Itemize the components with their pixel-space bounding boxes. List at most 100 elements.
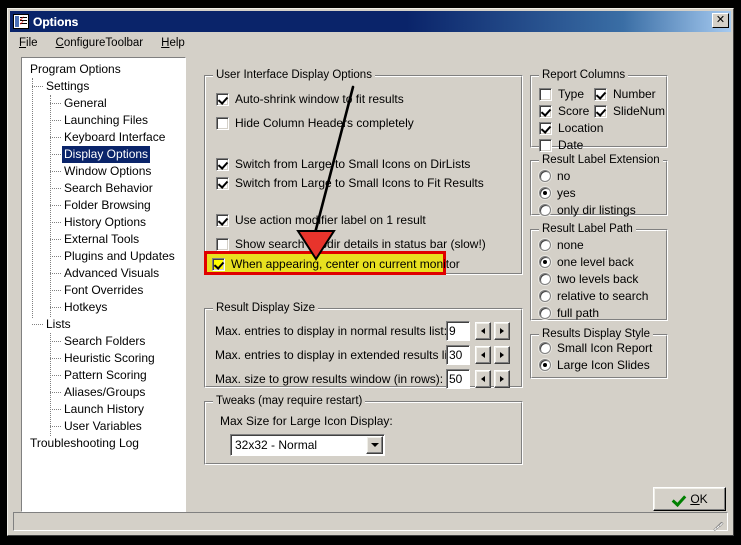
tree-item-display-options[interactable]: Display Options bbox=[22, 146, 185, 163]
spin-down-icon[interactable] bbox=[475, 346, 491, 364]
checkbox-box bbox=[212, 257, 225, 271]
checkbox-auto-shrink[interactable]: Auto-shrink window to fit results bbox=[216, 92, 404, 106]
radio-dot bbox=[539, 307, 551, 319]
field-max-entries-extended[interactable]: Max. entries to display in extended resu… bbox=[215, 345, 513, 365]
checkbox-label: When appearing, center on current monito… bbox=[231, 257, 460, 271]
checkbox-label: Show search subdir details in status bar… bbox=[235, 237, 486, 251]
tree-item-hotkeys[interactable]: Hotkeys bbox=[22, 299, 185, 316]
radio-dot bbox=[539, 342, 551, 354]
tree-item-program-options[interactable]: Program Options bbox=[22, 61, 185, 78]
max-icon-size-dropdown[interactable]: 32x32 - Normal bbox=[230, 434, 385, 456]
radio-label: Small Icon Report bbox=[557, 341, 653, 355]
tree-item-troubleshooting-log[interactable]: Troubleshooting Log bbox=[22, 435, 185, 452]
checkbox-box bbox=[539, 138, 552, 152]
checkbox-hide-column-headers[interactable]: Hide Column Headers completely bbox=[216, 116, 414, 130]
tree-item-font-overrides[interactable]: Font Overrides bbox=[22, 282, 185, 299]
menu-item-configuretoolbar[interactable]: ConfigureToolbar bbox=[54, 36, 153, 50]
checkbox-date[interactable]: Date bbox=[539, 138, 583, 152]
tree-item-launching-files[interactable]: Launching Files bbox=[22, 112, 185, 129]
checkbox-switch-small-icons-dirlists[interactable]: Switch from Large to Small Icons on DirL… bbox=[216, 157, 470, 171]
tree-item-user-variables[interactable]: User Variables bbox=[22, 418, 185, 435]
tree-item-heuristic-scoring[interactable]: Heuristic Scoring bbox=[22, 350, 185, 367]
checkbox-box bbox=[539, 121, 552, 135]
field-max-entries-normal[interactable]: Max. entries to display in normal result… bbox=[215, 321, 513, 341]
tree-item-window-options[interactable]: Window Options bbox=[22, 163, 185, 180]
menu-item-help[interactable]: Help bbox=[159, 36, 194, 50]
tree-connector bbox=[50, 137, 61, 138]
radio-extension-no[interactable]: no bbox=[539, 169, 570, 183]
radio-dot bbox=[539, 170, 551, 182]
tree-item-launch-history[interactable]: Launch History bbox=[22, 401, 185, 418]
tree-item-plugins-and-updates[interactable]: Plugins and Updates bbox=[22, 248, 185, 265]
checkbox-label: Score bbox=[558, 104, 590, 118]
tree-item-label: Launching Files bbox=[64, 113, 149, 127]
ok-button-label: OK bbox=[690, 492, 708, 506]
tree-item-settings[interactable]: Settings bbox=[22, 78, 185, 95]
tree-connector bbox=[32, 86, 43, 87]
max-entries-normal-input[interactable]: 9 bbox=[446, 321, 470, 341]
radio-dot bbox=[539, 256, 551, 268]
tree-item-pattern-scoring[interactable]: Pattern Scoring bbox=[22, 367, 185, 384]
checkbox-show-search-subdir-details[interactable]: Show search subdir details in status bar… bbox=[216, 237, 486, 251]
group-result-label-path: Result Label Path none one level back tw… bbox=[530, 223, 668, 321]
resize-grip-icon[interactable] bbox=[712, 516, 725, 531]
checkbox-location[interactable]: Location bbox=[539, 121, 603, 135]
tree-item-advanced-visuals[interactable]: Advanced Visuals bbox=[22, 265, 185, 282]
tree-item-label: Settings bbox=[46, 79, 90, 93]
checkbox-box bbox=[539, 104, 552, 118]
tree-item-label: Plugins and Updates bbox=[64, 249, 175, 263]
checkbox-center-on-current-monitor[interactable]: When appearing, center on current monito… bbox=[212, 257, 460, 271]
checkbox-slidenum[interactable]: SlideNum bbox=[594, 104, 665, 118]
spin-down-icon[interactable] bbox=[475, 322, 491, 340]
tree-connector bbox=[50, 95, 51, 317]
radio-path-none[interactable]: none bbox=[539, 238, 584, 252]
menu-item-file[interactable]: File bbox=[17, 36, 47, 50]
radio-style-large-icon-slides[interactable]: Large Icon Slides bbox=[539, 358, 650, 372]
tree-item-general[interactable]: General bbox=[22, 95, 185, 112]
radio-label: none bbox=[557, 238, 584, 252]
close-icon[interactable]: ✕ bbox=[712, 13, 729, 28]
radio-label: Large Icon Slides bbox=[557, 358, 650, 372]
radio-path-relative-to-search[interactable]: relative to search bbox=[539, 289, 648, 303]
ok-button[interactable]: OK bbox=[653, 487, 726, 511]
tree-item-label: Advanced Visuals bbox=[64, 266, 160, 280]
group-title-ui-display-options: User Interface Display Options bbox=[213, 69, 375, 81]
spin-up-icon[interactable] bbox=[494, 346, 510, 364]
max-entries-extended-input[interactable]: 30 bbox=[446, 345, 470, 365]
tree-item-history-options[interactable]: History Options bbox=[22, 214, 185, 231]
checkbox-box bbox=[216, 176, 229, 190]
radio-style-small-icon-report[interactable]: Small Icon Report bbox=[539, 341, 652, 355]
tree-item-folder-browsing[interactable]: Folder Browsing bbox=[22, 197, 185, 214]
checkbox-number[interactable]: Number bbox=[594, 87, 656, 101]
checkbox-box bbox=[594, 104, 607, 118]
radio-path-two-levels-back[interactable]: two levels back bbox=[539, 272, 638, 286]
checkbox-switch-small-icons-fit-results[interactable]: Switch from Large to Small Icons to Fit … bbox=[216, 176, 484, 190]
spin-up-icon[interactable] bbox=[494, 370, 510, 388]
tree-item-search-folders[interactable]: Search Folders bbox=[22, 333, 185, 350]
settings-tree[interactable]: Program Options Settings General Launching … bbox=[21, 57, 186, 512]
max-grow-rows-input[interactable]: 50 bbox=[446, 369, 470, 389]
field-max-grow-rows[interactable]: Max. size to grow results window (in row… bbox=[215, 369, 513, 389]
spin-down-icon[interactable] bbox=[475, 370, 491, 388]
spin-up-icon[interactable] bbox=[494, 322, 510, 340]
tree-item-label: Folder Browsing bbox=[64, 198, 151, 212]
tree-item-external-tools[interactable]: External Tools bbox=[22, 231, 185, 248]
group-title-report-columns: Report Columns bbox=[539, 69, 629, 81]
tree-item-label: Lists bbox=[46, 317, 71, 331]
tree-item-aliases-groups[interactable]: Aliases/Groups bbox=[22, 384, 185, 401]
radio-path-one-level-back[interactable]: one level back bbox=[539, 255, 634, 269]
checkbox-use-action-modifier-label[interactable]: Use action modifier label on 1 result bbox=[216, 213, 426, 227]
checkbox-score[interactable]: Score bbox=[539, 104, 589, 118]
radio-extension-only-dir-listings[interactable]: only dir listings bbox=[539, 203, 636, 217]
chevron-down-icon[interactable] bbox=[366, 436, 383, 454]
checkbox-box bbox=[216, 92, 229, 106]
radio-extension-yes[interactable]: yes bbox=[539, 186, 576, 200]
tree-item-lists[interactable]: Lists bbox=[22, 316, 185, 333]
tree-item-keyboard-interface[interactable]: Keyboard Interface bbox=[22, 129, 185, 146]
tree-connector bbox=[50, 375, 61, 376]
highlighted-option-center-on-monitor[interactable]: When appearing, center on current monito… bbox=[204, 251, 460, 275]
checkbox-type[interactable]: Type bbox=[539, 87, 584, 101]
checkbox-label: Use action modifier label on 1 result bbox=[235, 213, 426, 227]
radio-path-full-path[interactable]: full path bbox=[539, 306, 599, 320]
tree-item-search-behavior[interactable]: Search Behavior bbox=[22, 180, 185, 197]
